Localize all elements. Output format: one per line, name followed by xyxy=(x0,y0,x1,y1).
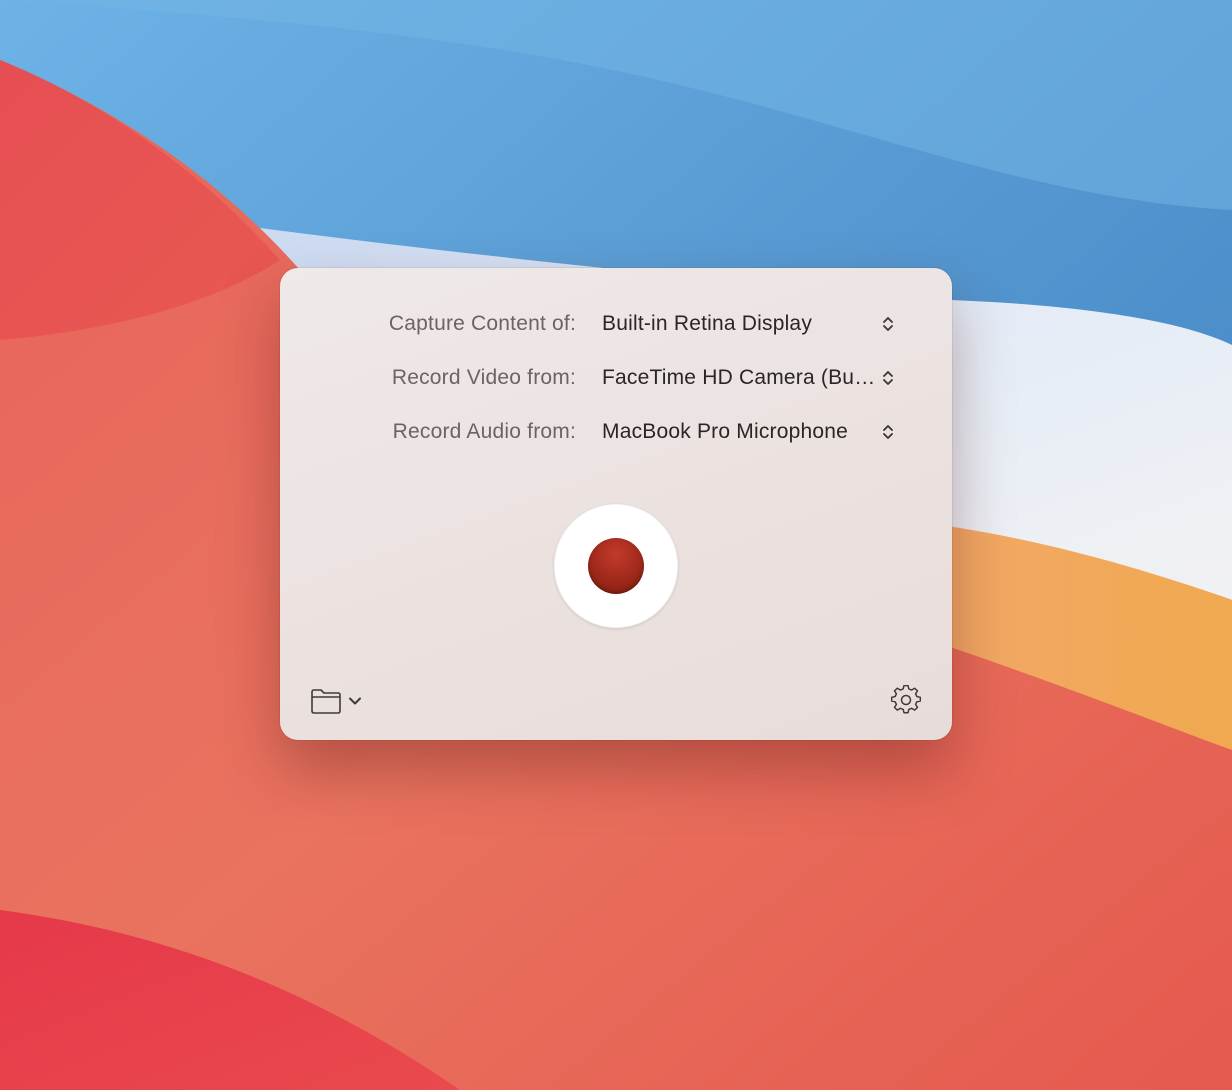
record-audio-value: MacBook Pro Microphone xyxy=(602,420,849,443)
gear-icon xyxy=(891,685,921,714)
capture-content-label: Capture Content of: xyxy=(388,312,576,335)
record-audio-label: Record Audio from: xyxy=(392,420,576,443)
record-audio-row: Record Audio from: MacBook Pro Microphon… xyxy=(280,414,952,450)
settings-button[interactable] xyxy=(888,682,924,718)
up-down-chevron-icon xyxy=(883,425,893,439)
capture-content-popup[interactable]: Built-in Retina Display xyxy=(592,306,904,342)
record-video-label: Record Video from: xyxy=(391,366,576,389)
chevron-down-icon xyxy=(349,697,361,705)
capture-content-row: Capture Content of: Built-in Retina Disp… xyxy=(280,306,952,342)
save-location-menu[interactable] xyxy=(308,684,370,718)
record-video-row: Record Video from: FaceTime HD Camera (B… xyxy=(280,360,952,396)
record-button[interactable] xyxy=(554,504,678,628)
record-dot-icon xyxy=(588,538,644,594)
record-video-value: FaceTime HD Camera (Built-in) xyxy=(602,366,877,389)
record-audio-popup[interactable]: MacBook Pro Microphone xyxy=(592,414,904,450)
up-down-chevron-icon xyxy=(883,317,893,331)
screen-capture-panel: Capture Content of: Built-in Retina Disp… xyxy=(280,268,952,740)
folder-icon xyxy=(311,689,341,714)
capture-content-value: Built-in Retina Display xyxy=(602,312,813,335)
record-video-popup[interactable]: FaceTime HD Camera (Built-in) xyxy=(592,360,904,396)
up-down-chevron-icon xyxy=(883,371,893,385)
